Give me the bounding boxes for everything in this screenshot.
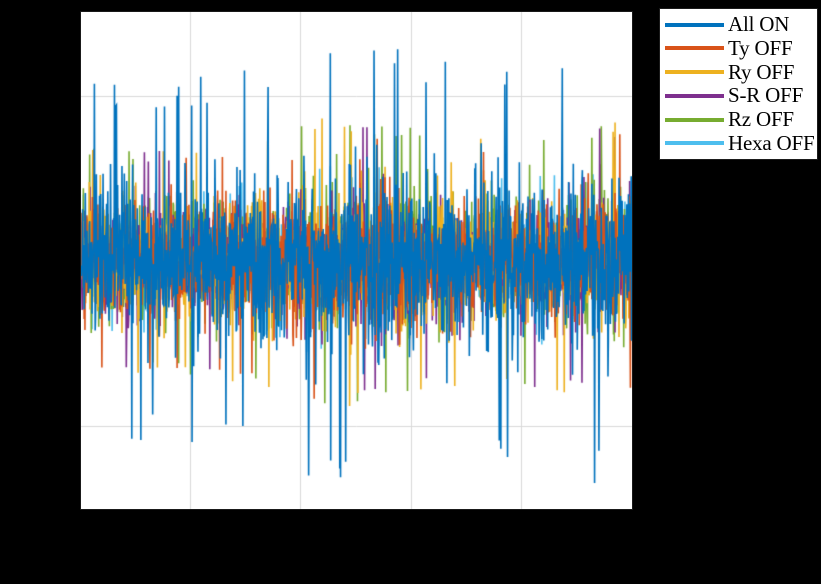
legend-swatch-rz-off bbox=[665, 117, 724, 122]
legend-item-s-r-off[interactable]: S-R OFF bbox=[665, 84, 813, 107]
figure-root: All ON Ty OFF Ry OFF S-R OFF Rz OFF Hexa… bbox=[0, 0, 821, 584]
legend-item-ty-off[interactable]: Ty OFF bbox=[665, 35, 813, 60]
legend: All ON Ty OFF Ry OFF S-R OFF Rz OFF Hexa… bbox=[659, 8, 818, 160]
legend-label-ty-off: Ty OFF bbox=[728, 35, 793, 60]
legend-label-rz-off: Rz OFF bbox=[728, 107, 794, 132]
legend-swatch-all-on bbox=[665, 22, 724, 27]
legend-label-all-on: All ON bbox=[728, 12, 790, 36]
legend-label-s-r-off: S-R OFF bbox=[728, 83, 804, 108]
legend-swatch-ty-off bbox=[665, 46, 724, 51]
legend-label-hexa-off: Hexa OFF bbox=[728, 130, 815, 155]
legend-item-all-on[interactable]: All ON bbox=[665, 13, 813, 36]
legend-item-ry-off[interactable]: Ry OFF bbox=[665, 59, 813, 84]
spectrum-plot-canvas bbox=[81, 12, 632, 509]
legend-item-hexa-off[interactable]: Hexa OFF bbox=[665, 130, 815, 155]
legend-item-rz-off[interactable]: Rz OFF bbox=[665, 108, 813, 131]
legend-swatch-s-r-off bbox=[665, 93, 724, 98]
legend-swatch-hexa-off bbox=[665, 141, 724, 146]
legend-swatch-ry-off bbox=[665, 70, 724, 75]
plot-area bbox=[80, 11, 633, 510]
legend-label-ry-off: Ry OFF bbox=[728, 59, 795, 84]
